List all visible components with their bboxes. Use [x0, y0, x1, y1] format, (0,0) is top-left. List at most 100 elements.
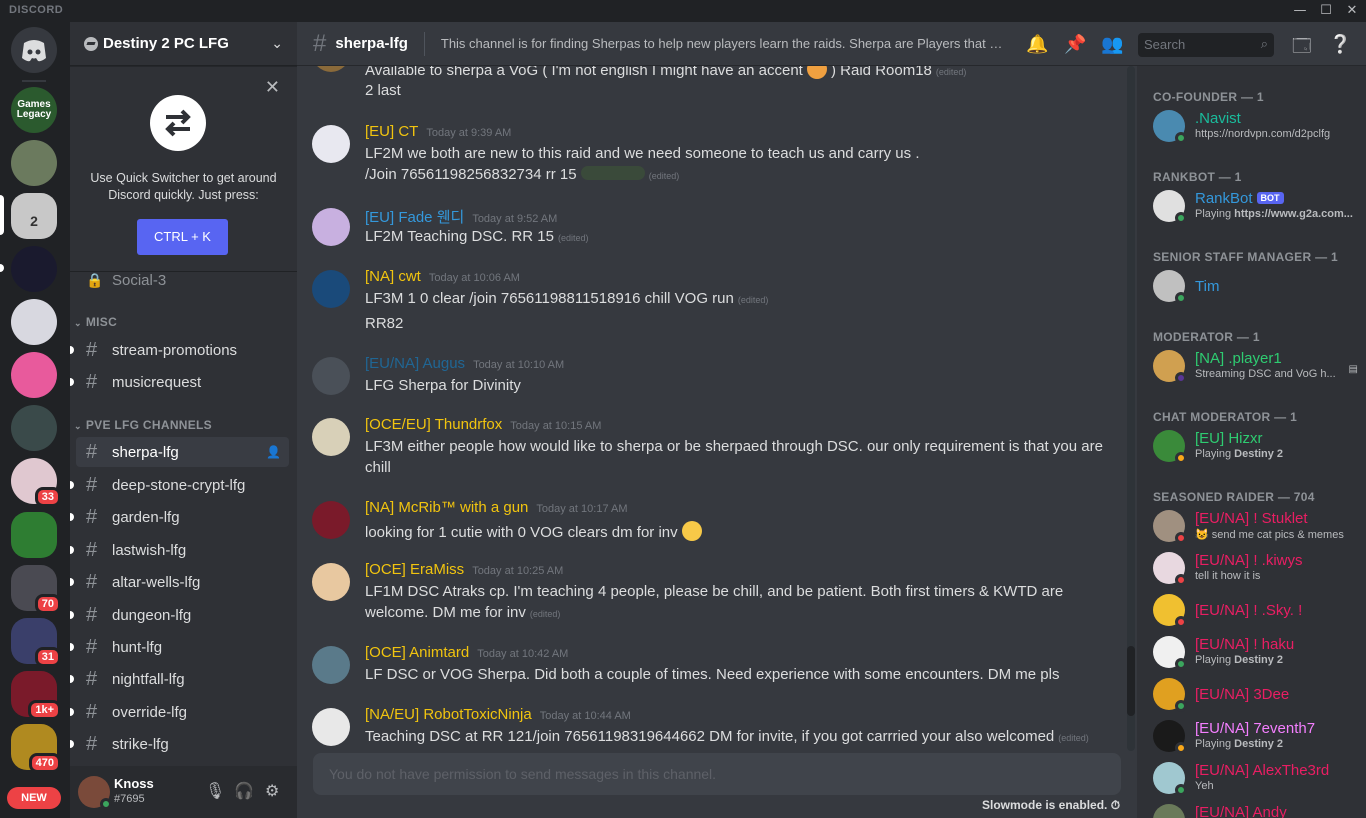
author-name[interactable]: [OCE] Animtard [365, 644, 469, 661]
gear-icon[interactable]: ⚙ [265, 781, 279, 800]
category-label: MISC [85, 315, 118, 329]
channel-lastwish-lfg[interactable]: # lastwish-lfg [70, 535, 289, 565]
server-avatar-6[interactable] [11, 352, 57, 398]
channel-dungeon-lfg[interactable]: # dungeon-lfg [70, 600, 289, 630]
message-text: chill [365, 459, 391, 476]
server-folder-1[interactable] [11, 512, 57, 558]
avatar[interactable] [78, 776, 112, 810]
server-games-legacy[interactable]: Games Legacy [11, 87, 57, 133]
ctrl-k-button[interactable]: CTRL + K [137, 219, 228, 255]
idle-status [1175, 742, 1187, 754]
avatar [1153, 270, 1187, 304]
channel-altar-wells-lfg[interactable]: # altar-wells-lfg [70, 567, 289, 597]
avatar[interactable] [312, 418, 350, 456]
headphones-icon[interactable]: 🎧 [234, 781, 254, 800]
help-icon[interactable]: ❔ [1329, 34, 1351, 55]
author-name[interactable]: [OCE] EraMiss [365, 561, 464, 578]
channel-nightfall-lfg[interactable]: # nightfall-lfg [70, 664, 289, 694]
member-item[interactable]: [EU/NA] Andy [1153, 800, 1358, 818]
inbox-icon[interactable]: 🗔 [1292, 34, 1312, 64]
member-item[interactable]: RankBot BOT Playing https://www.g2a.com..… [1153, 186, 1358, 226]
channel-deep-stone-crypt-lfg[interactable]: # deep-stone-crypt-lfg [70, 470, 289, 500]
category-pve-lfg[interactable]: ⌄ PVE LFG CHANNELS [74, 418, 212, 432]
server-avatar-7[interactable] [11, 405, 57, 451]
role-header: SENIOR STAFF MANAGER — 1 [1153, 250, 1338, 264]
edited-label: (edited) [737, 295, 769, 305]
channel-override-lfg[interactable]: # override-lfg [70, 697, 289, 727]
quick-switcher-line-2: Discord quickly. Just press: [108, 188, 259, 202]
avatar[interactable] [312, 357, 350, 395]
member-item[interactable]: [EU/NA] 7eventh7 Playing Destiny 2 [1153, 716, 1358, 756]
close-window-button[interactable]: ✕ [1338, 0, 1366, 22]
member-item[interactable]: [EU/NA] ! haku Playing Destiny 2 [1153, 632, 1358, 672]
message-text: ) Raid Room18 [831, 66, 932, 79]
minimize-button[interactable]: — [1286, 0, 1314, 22]
close-icon[interactable]: ✕ [265, 77, 280, 98]
channel-sidebar: Destiny 2 PC LFG ⌄ ✕ Use Quick Switcher … [70, 22, 297, 818]
server-avatar-8[interactable]: 33 [11, 458, 61, 507]
member-item[interactable]: [EU/NA] ! Stuklet 😺 send me cat pics & m… [1153, 506, 1358, 546]
avatar[interactable] [312, 125, 350, 163]
avatar[interactable] [312, 708, 350, 746]
avatar[interactable] [312, 646, 350, 684]
avatar[interactable] [312, 208, 350, 246]
server-hnr[interactable] [11, 246, 57, 292]
channel-strike-lfg[interactable]: # strike-lfg [70, 729, 289, 759]
server-avatar-2[interactable] [11, 140, 57, 186]
message-text: Teaching DSC at RR 121/join 765611983196… [365, 728, 1055, 745]
member-list-icon[interactable]: 👥 [1101, 34, 1123, 55]
category-misc[interactable]: ⌄ MISC [74, 315, 117, 329]
hash-icon: # [86, 570, 98, 593]
server-folder-2[interactable]: 70 [11, 565, 61, 614]
member-item[interactable]: [EU/NA] ! .Sky. ! [1153, 590, 1358, 630]
channel-musicrequest[interactable]: # musicrequest [70, 367, 289, 397]
member-item[interactable]: [EU/NA] AlexThe3rd Yeh [1153, 758, 1358, 798]
add-user-icon[interactable]: 👤 [266, 445, 281, 459]
channel-social-3[interactable]: 🔒 Social-3 [76, 265, 289, 295]
bell-icon[interactable]: 🔔 [1026, 34, 1048, 55]
home-button[interactable] [11, 27, 57, 73]
member-item[interactable]: .Navist https://nordvpn.com/d2pclfg [1153, 106, 1358, 146]
server-header[interactable]: Destiny 2 PC LFG ⌄ [70, 22, 297, 66]
microphone-icon[interactable]: 🎙 [205, 781, 225, 800]
scrollbar-thumb[interactable] [1127, 646, 1135, 716]
server-folder-3[interactable]: 31 [11, 618, 61, 667]
hash-icon: # [86, 473, 98, 496]
channel-hunt-lfg[interactable]: # hunt-lfg [70, 632, 289, 662]
server-folder-4[interactable]: 1k+ [11, 671, 61, 720]
unread-indicator [70, 481, 74, 489]
author-name[interactable]: [OCE/EU] Thundrfox [365, 416, 502, 433]
member-name-row: RankBot BOT [1195, 190, 1284, 207]
member-item[interactable]: Tim [1153, 266, 1358, 306]
member-item[interactable]: [EU] Hizxr Playing Destiny 2 [1153, 426, 1358, 466]
author-name[interactable]: [EU] Fade 웬디 [365, 209, 464, 226]
member-item[interactable]: [NA] .player1 Streaming DSC and VoG h...… [1153, 346, 1358, 386]
channel-garden-lfg[interactable]: # garden-lfg [70, 502, 289, 532]
guild-separator [22, 80, 46, 82]
author-name[interactable]: [EU/NA] Augus [365, 355, 465, 372]
author-name[interactable]: [NA/EU] RobotToxicNinja [365, 706, 532, 723]
avatar[interactable] [312, 66, 350, 72]
member-item[interactable]: [EU/NA] ! .kiwys tell it how it is [1153, 548, 1358, 588]
avatar[interactable] [312, 501, 350, 539]
channel-stream-promotions[interactable]: # stream-promotions [70, 335, 289, 365]
author-name[interactable]: [NA] cwt [365, 268, 421, 285]
channel-topic[interactable]: This channel is for finding Sherpas to h… [441, 36, 1006, 51]
server-destiny-2-pc-lfg[interactable]: 2 [11, 193, 57, 239]
member-status: Yeh [1195, 780, 1214, 792]
avatar[interactable] [312, 563, 350, 601]
message-scrollbar[interactable] [1127, 66, 1135, 751]
server-folder-5[interactable]: 470 [11, 724, 61, 773]
maximize-button[interactable]: ☐ [1312, 0, 1340, 22]
avatar[interactable] [312, 270, 350, 308]
author-name[interactable]: [NA] McRib™ with a gun [365, 499, 528, 516]
edited-label: (edited) [557, 233, 589, 243]
author-name[interactable]: [EU] CT [365, 123, 418, 140]
new-servers-badge[interactable]: NEW [7, 787, 61, 809]
pin-icon[interactable]: 📌 [1064, 34, 1086, 55]
member-item[interactable]: [EU/NA] 3Dee [1153, 674, 1358, 714]
server-avatar-5[interactable] [11, 299, 57, 345]
channel-sherpa-lfg[interactable]: # sherpa-lfg 👤 [76, 437, 289, 467]
search-input[interactable]: Search ⌕ [1138, 33, 1274, 57]
avatar [1153, 110, 1187, 144]
